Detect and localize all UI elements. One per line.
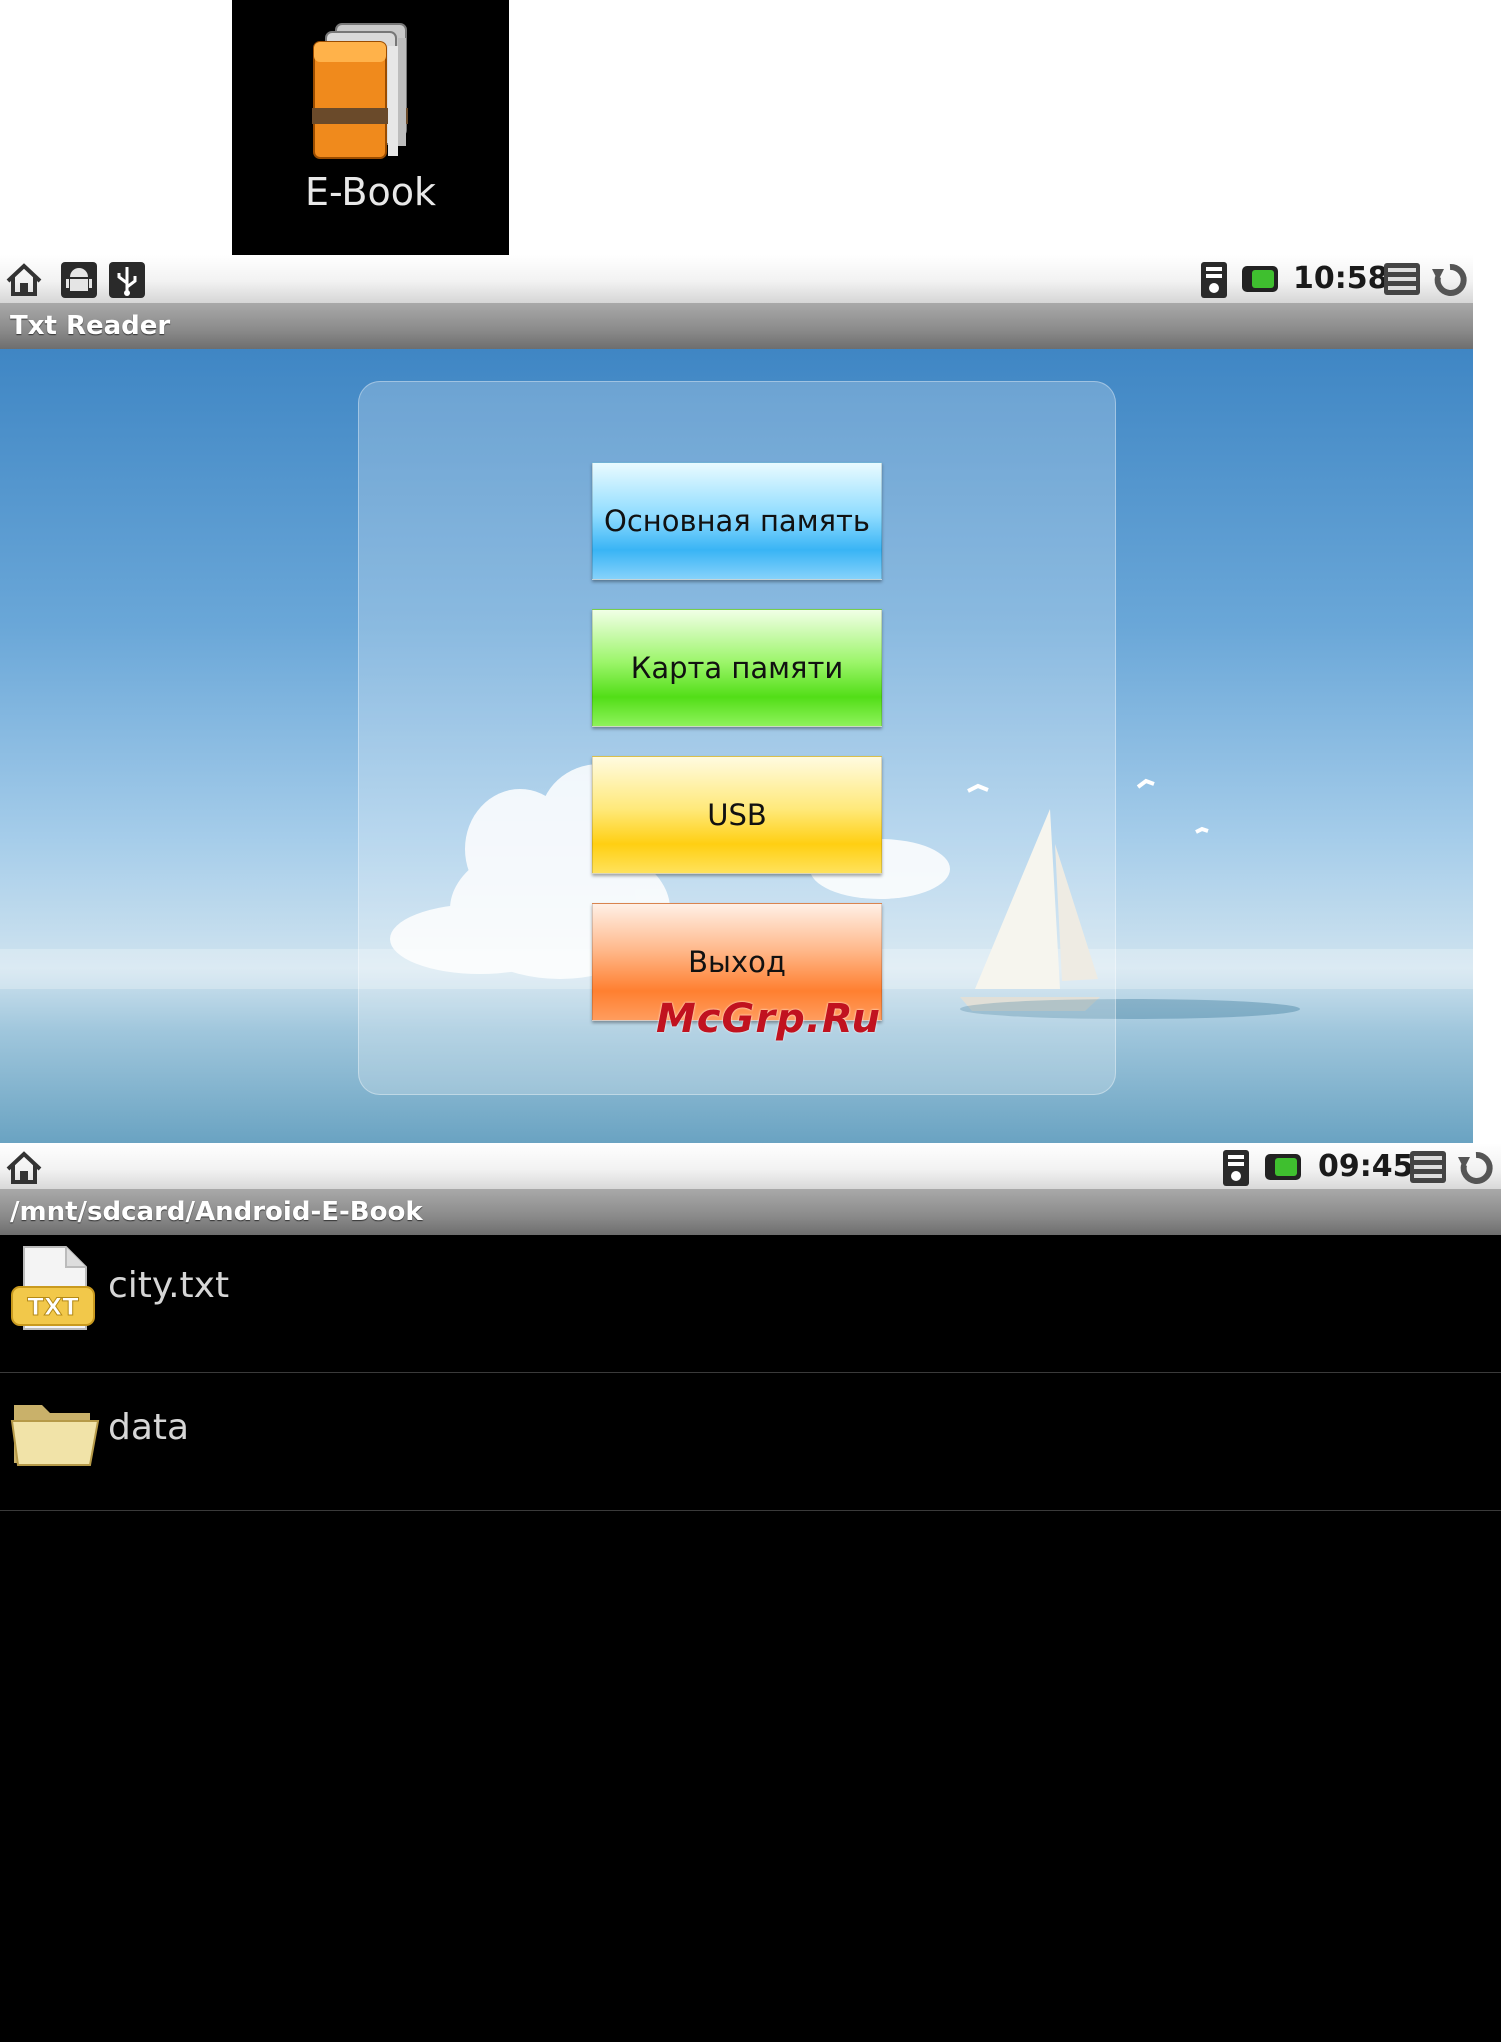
home-icon[interactable] — [4, 1149, 44, 1185]
folder-icon — [10, 1405, 100, 1466]
svg-text:TXT: TXT — [27, 1293, 79, 1321]
file-name: city.txt — [108, 1265, 230, 1306]
menu-icon[interactable] — [1408, 1149, 1448, 1185]
app-title: Txt Reader — [0, 303, 1473, 349]
list-item[interactable]: data — [0, 1373, 1501, 1511]
status-bar: 10:58 — [0, 255, 1473, 303]
memory-card-button[interactable]: Карта памяти — [592, 609, 882, 727]
back-icon[interactable] — [1454, 1149, 1498, 1187]
usb-button[interactable]: USB — [592, 756, 882, 874]
battery-icon — [1242, 266, 1278, 292]
home-icon[interactable] — [4, 261, 44, 297]
file-list: TXT city.txt data — [0, 1235, 1501, 2042]
txt-file-icon: TXT — [11, 1246, 95, 1330]
usb-icon — [109, 262, 145, 298]
battery-icon — [1265, 1154, 1301, 1180]
signal-icon — [1201, 262, 1227, 298]
status-bar: 09:45 — [0, 1143, 1501, 1191]
menu-icon[interactable] — [1382, 261, 1422, 297]
status-time: 10:58 — [1293, 261, 1389, 296]
current-path: /mnt/sdcard/Android-E-Book — [0, 1189, 1501, 1235]
watermark: McGrp.Ru — [656, 996, 881, 1042]
status-time: 09:45 — [1318, 1149, 1414, 1184]
file-name: data — [108, 1407, 190, 1448]
books-icon — [312, 23, 408, 159]
internal-memory-button[interactable]: Основная память — [592, 462, 882, 580]
reader-home-screen: Основная память Карта памяти USB Выход M… — [0, 349, 1473, 1143]
android-debug-icon — [61, 262, 97, 298]
list-item[interactable]: TXT city.txt — [0, 1235, 1501, 1373]
ebook-launcher-icon[interactable]: E-Book — [232, 0, 509, 255]
signal-icon — [1223, 1150, 1249, 1186]
launcher-label: E-Book — [305, 170, 436, 214]
back-icon[interactable] — [1428, 261, 1472, 299]
